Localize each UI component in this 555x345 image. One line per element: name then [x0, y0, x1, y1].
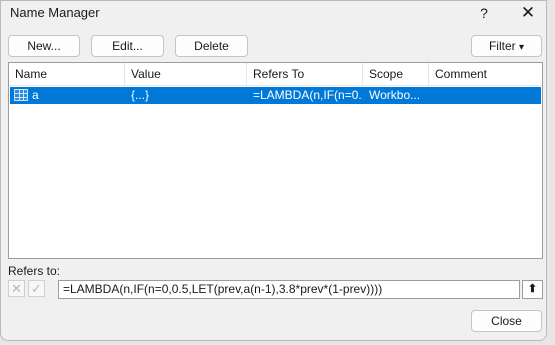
- row-name: a: [32, 88, 39, 102]
- chevron-down-icon: ▾: [518, 42, 525, 53]
- refers-to-label: Refers to:: [8, 264, 61, 278]
- column-header-refers-to[interactable]: Refers To: [247, 63, 363, 85]
- help-button[interactable]: ?: [471, 3, 497, 23]
- title-bar: Name Manager ? ✕: [1, 1, 546, 27]
- delete-button-label: Delete: [194, 39, 229, 53]
- column-header-value[interactable]: Value: [125, 63, 247, 85]
- cancel-edit-icon[interactable]: ✕: [8, 280, 25, 297]
- filter-button[interactable]: Filter ▾: [471, 35, 542, 57]
- row-scope: Workbo...: [369, 88, 421, 102]
- column-header-comment[interactable]: Comment: [429, 63, 543, 85]
- row-value: {...}: [131, 88, 150, 102]
- column-header-scope[interactable]: Scope: [363, 63, 429, 85]
- collapse-dialog-button[interactable]: ⬆: [522, 280, 543, 299]
- new-button-label: New...: [27, 39, 61, 53]
- confirm-edit-icon[interactable]: ✓: [28, 280, 45, 297]
- new-button[interactable]: New...: [8, 35, 80, 57]
- row-comment: [429, 87, 541, 104]
- row-refers-to: =LAMBDA(n,IF(n=0...: [253, 88, 363, 102]
- list-item[interactable]: a {...} =LAMBDA(n,IF(n=0... Workbo...: [10, 87, 541, 104]
- filter-button-label: Filter: [488, 39, 516, 53]
- edit-button[interactable]: Edit...: [91, 35, 164, 57]
- column-header-name[interactable]: Name: [9, 63, 125, 85]
- names-list[interactable]: Name Value Refers To Scope Comment a {..…: [8, 62, 543, 259]
- close-window-button[interactable]: ✕: [515, 3, 541, 23]
- name-manager-dialog: Name Manager ? ✕ New... Edit... Delete F…: [0, 0, 547, 341]
- window-title: Name Manager: [10, 5, 100, 20]
- edit-button-label: Edit...: [112, 39, 143, 53]
- close-button-label: Close: [491, 314, 522, 328]
- list-header: Name Value Refers To Scope Comment: [9, 63, 542, 86]
- refers-to-field[interactable]: =LAMBDA(n,IF(n=0,0.5,LET(prev,a(n-1),3.8…: [58, 280, 520, 299]
- close-button[interactable]: Close: [471, 310, 542, 332]
- delete-button[interactable]: Delete: [175, 35, 248, 57]
